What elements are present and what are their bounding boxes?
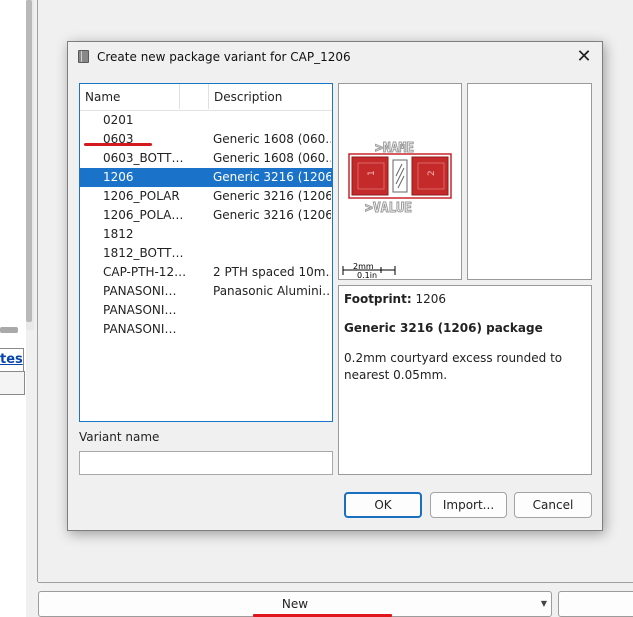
list-item-name: 1206_POLA… xyxy=(103,208,184,222)
annotation-underline xyxy=(84,143,152,146)
list-item[interactable]: 1206_POLA… Generic 3216 (1206… xyxy=(80,206,332,225)
list-item[interactable]: 1206 Generic 3216 (1206… xyxy=(80,168,332,187)
horizontal-scrollbar-thumb[interactable] xyxy=(0,327,18,333)
list-item-description: 2 PTH spaced 10m… xyxy=(213,265,331,279)
list-item-description: Generic 3216 (1206… xyxy=(213,189,331,203)
book-icon xyxy=(78,50,89,63)
list-item-description: Generic 3216 (1206… xyxy=(213,170,331,184)
list-item[interactable]: 0603_BOTT… Generic 1608 (060… xyxy=(80,149,332,168)
scale-in-label: 0.1in xyxy=(357,271,377,279)
package-info-panel: Footprint: 1206 Generic 3216 (1206) pack… xyxy=(338,285,592,475)
list-item[interactable]: 0201 xyxy=(80,111,332,130)
pad-1-number: 1 xyxy=(367,170,377,176)
list-item-name: 0603 xyxy=(103,132,134,146)
column-separator[interactable] xyxy=(179,84,180,109)
secondary-preview xyxy=(467,83,592,280)
combo-value: New xyxy=(281,597,309,611)
list-item[interactable]: CAP-PTH-12… 2 PTH spaced 10m… xyxy=(80,263,332,282)
list-item-name: PANASONI… xyxy=(103,322,177,336)
variant-name-label: Variant name xyxy=(79,430,160,444)
package-title: Generic 3216 (1206) package xyxy=(344,321,543,335)
pad-2-number: 2 xyxy=(427,170,437,176)
value-label: >VALUE xyxy=(365,201,412,216)
list-item[interactable]: 0603 Generic 1608 (060… xyxy=(80,130,332,149)
list-item-description: Generic 1608 (060… xyxy=(213,151,331,165)
secondary-combo-box[interactable] xyxy=(558,591,633,617)
list-item-name: CAP-PTH-12… xyxy=(103,265,187,279)
list-item-name: 0201 xyxy=(103,113,134,127)
divider xyxy=(38,582,633,583)
list-item-description: Panasonic Alumini… xyxy=(213,284,331,298)
package-description: 0.2mm courtyard excess rounded to neares… xyxy=(344,351,563,382)
list-header: Name Description xyxy=(80,84,332,111)
list-item-name: PANASONI… xyxy=(103,303,177,317)
footprint-value: 1206 xyxy=(415,292,447,306)
list-item[interactable]: 1206_POLAR Generic 3216 (1206… xyxy=(80,187,332,206)
list-item-name: 1812 xyxy=(103,227,134,241)
dialog-titlebar: Create new package variant for CAP_1206 … xyxy=(68,42,602,72)
footprint-preview: >NAME 1 2 >VALUE 2mm 0.1in xyxy=(338,83,462,280)
close-button[interactable]: ✕ xyxy=(572,45,596,69)
ok-button[interactable]: OK xyxy=(344,492,422,518)
table-cell xyxy=(0,371,25,395)
cancel-button[interactable]: Cancel xyxy=(514,492,592,518)
column-header-name[interactable]: Name xyxy=(85,84,120,110)
list-item-name: PANASONI… xyxy=(103,284,177,298)
column-separator[interactable] xyxy=(208,84,209,109)
column-header-description[interactable]: Description xyxy=(214,84,282,110)
list-item-name: 1206 xyxy=(103,170,134,184)
vertical-scrollbar-thumb[interactable] xyxy=(26,0,32,322)
list-item-description: Generic 1608 (060… xyxy=(213,132,331,146)
package-list[interactable]: Name Description 0201 0603 Generic 1608 (0… xyxy=(79,83,333,422)
footprint-label: Footprint: xyxy=(344,292,412,306)
dialog-title: Create new package variant for CAP_1206 xyxy=(97,50,351,64)
list-item-description: Generic 3216 (1206… xyxy=(213,208,331,222)
divider xyxy=(37,0,38,582)
list-item[interactable]: PANASONI… Panasonic Alumini… xyxy=(80,282,332,301)
list-item-name: 1812_BOTT… xyxy=(103,246,184,260)
list-item[interactable]: PANASONI… xyxy=(80,320,332,339)
list-item[interactable]: PANASONI… xyxy=(80,301,332,320)
list-item[interactable]: 1812 xyxy=(80,225,332,244)
list-item-name: 1206_POLAR xyxy=(103,189,180,203)
list-item[interactable]: 1812_BOTT… xyxy=(80,244,332,263)
footprint-line: Footprint: 1206 xyxy=(344,292,586,306)
list-item-name: 0603_BOTT… xyxy=(103,151,184,165)
import-button[interactable]: Import... xyxy=(430,492,507,518)
background-link[interactable]: tes xyxy=(0,352,23,367)
variant-name-input[interactable] xyxy=(79,451,333,475)
footprint-drawing: >NAME 1 2 >VALUE 2mm 0.1in xyxy=(342,141,452,280)
background-panel xyxy=(0,0,26,617)
create-package-variant-dialog: Create new package variant for CAP_1206 … xyxy=(67,41,603,531)
chevron-down-icon[interactable]: ▼ xyxy=(541,592,547,616)
